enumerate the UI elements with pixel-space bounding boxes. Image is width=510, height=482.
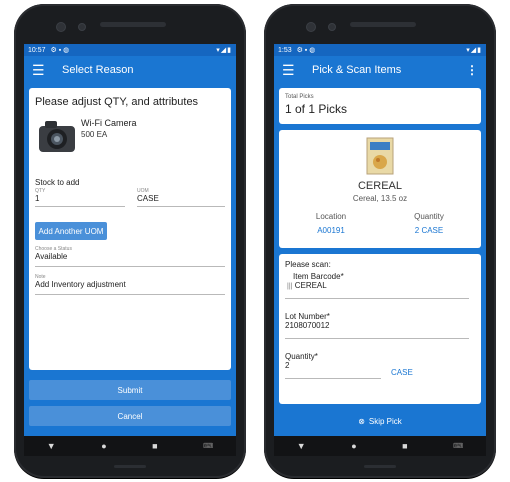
earpiece-speaker (350, 22, 416, 27)
system-nav-bar: ▼ ● ■ ⌨ (274, 436, 486, 456)
bottom-chin (114, 465, 146, 468)
lot-number-label: Lot Number* (285, 312, 330, 321)
item-barcode-field[interactable]: Item Barcode* ||| CEREAL (285, 272, 469, 299)
quantity-input-value: 2 (285, 361, 290, 370)
location-label: Location (315, 212, 347, 221)
hamburger-menu-icon[interactable]: ☰ (32, 62, 52, 79)
skip-icon: ⊗ (358, 416, 365, 426)
note-field[interactable]: Note Add Inventory adjustment (35, 274, 225, 295)
top-bezel (264, 4, 496, 44)
more-options-icon[interactable]: ⋮ (466, 63, 478, 77)
total-picks-value: 1 of 1 Picks (285, 102, 348, 116)
item-name: CEREAL (357, 180, 403, 192)
right-screen: 1:53 ⚙ ▪ ◍ ▾◢▮ ☰ Pick & Scan Items ⋮ Tot… (274, 44, 486, 436)
front-camera (56, 22, 66, 32)
home-icon[interactable]: ● (101, 441, 106, 451)
back-icon[interactable]: ▼ (47, 441, 56, 451)
status-value: Available (35, 252, 68, 261)
note-value: Add Inventory adjustment (35, 280, 126, 289)
home-icon[interactable]: ● (351, 441, 356, 451)
app-bar-title: Select Reason (62, 64, 134, 76)
total-picks-label: Total Picks (285, 94, 314, 100)
quantity-label: Quantity (414, 212, 444, 221)
status-select[interactable]: Choose a Status Available (35, 246, 225, 267)
left-phone: 10:57 ⚙ ▪ ◍ ▾◢▮ ☰ Select Reason Please a… (14, 4, 246, 478)
scan-card: Please scan: Item Barcode* ||| CEREAL Lo… (279, 254, 481, 404)
sensor (78, 23, 86, 31)
status-bar: 10:57 ⚙ ▪ ◍ ▾◢▮ (24, 44, 236, 56)
uom-value: CASE (137, 194, 159, 203)
signal-icon: ▾◢▮ (216, 47, 232, 54)
system-nav-bar: ▼ ● ■ ⌨ (24, 436, 236, 456)
app-bar-title: Pick & Scan Items (312, 64, 402, 76)
cereal-box-image (366, 137, 394, 175)
item-card: CEREAL Cereal, 13.5 oz Location A00191 Q… (279, 130, 481, 248)
product-qty: 500 EA (81, 130, 108, 139)
status-icons: ⚙ ▪ ◍ (50, 47, 70, 54)
front-camera (306, 22, 316, 32)
lot-number-value: 2108070012 (285, 321, 330, 330)
left-screen: 10:57 ⚙ ▪ ◍ ▾◢▮ ☰ Select Reason Please a… (24, 44, 236, 436)
item-barcode-label: Item Barcode* (293, 272, 344, 281)
qty-value: 1 (35, 194, 40, 203)
bottom-chin (364, 465, 396, 468)
app-bar: ☰ Pick & Scan Items ⋮ (274, 56, 486, 84)
app-bar: ☰ Select Reason (24, 56, 236, 84)
content-area: Please adjust QTY, and attributes Wi-Fi … (24, 84, 236, 436)
right-phone: 1:53 ⚙ ▪ ◍ ▾◢▮ ☰ Pick & Scan Items ⋮ Tot… (264, 4, 496, 478)
card-heading: Please adjust QTY, and attributes (35, 96, 199, 108)
add-another-uom-button[interactable]: Add Another UOM (35, 222, 107, 240)
keyboard-icon[interactable]: ⌨ (203, 442, 213, 450)
please-scan-label: Please scan: (285, 260, 331, 269)
recent-apps-icon[interactable]: ■ (402, 441, 407, 451)
sensor (328, 23, 336, 31)
qty-field[interactable]: QTY 1 (35, 188, 125, 207)
earpiece-speaker (100, 22, 166, 27)
quantity-input[interactable]: Quantity* 2 (285, 352, 381, 379)
content-area: Total Picks 1 of 1 Picks CEREAL Cereal, … (274, 84, 486, 436)
item-barcode-value: CEREAL (294, 281, 327, 290)
signal-icon: ▾◢▮ (466, 47, 482, 54)
camera-product-image (39, 121, 75, 152)
lot-number-field[interactable]: Lot Number* 2108070012 (285, 312, 469, 339)
item-description: Cereal, 13.5 oz (352, 194, 408, 203)
keyboard-icon[interactable]: ⌨ (453, 442, 463, 450)
quantity-link[interactable]: 2 CASE (389, 226, 469, 235)
cancel-button[interactable]: Cancel (29, 406, 231, 426)
location-link[interactable]: A00191 (291, 226, 371, 235)
quantity-input-label: Quantity* (285, 352, 318, 361)
barcode-icon: ||| (287, 283, 293, 290)
status-time: 1:53 (278, 47, 292, 54)
submit-button[interactable]: Submit (29, 380, 231, 400)
status-bar: 1:53 ⚙ ▪ ◍ ▾◢▮ (274, 44, 486, 56)
status-icons: ⚙ ▪ ◍ (296, 47, 316, 54)
uom-field[interactable]: UOM CASE (137, 188, 225, 207)
stock-to-add-label: Stock to add (35, 178, 80, 187)
total-picks-card: Total Picks 1 of 1 Picks (279, 88, 481, 124)
adjust-card: Please adjust QTY, and attributes Wi-Fi … (29, 88, 231, 370)
recent-apps-icon[interactable]: ■ (152, 441, 157, 451)
top-bezel (14, 4, 246, 44)
status-time: 10:57 (28, 47, 46, 54)
skip-pick-button[interactable]: ⊗ Skip Pick (279, 410, 481, 432)
back-icon[interactable]: ▼ (297, 441, 306, 451)
hamburger-menu-icon[interactable]: ☰ (282, 62, 302, 79)
skip-pick-label: Skip Pick (368, 416, 402, 426)
product-name: Wi-Fi Camera (81, 118, 137, 128)
quantity-unit: CASE (391, 368, 413, 377)
